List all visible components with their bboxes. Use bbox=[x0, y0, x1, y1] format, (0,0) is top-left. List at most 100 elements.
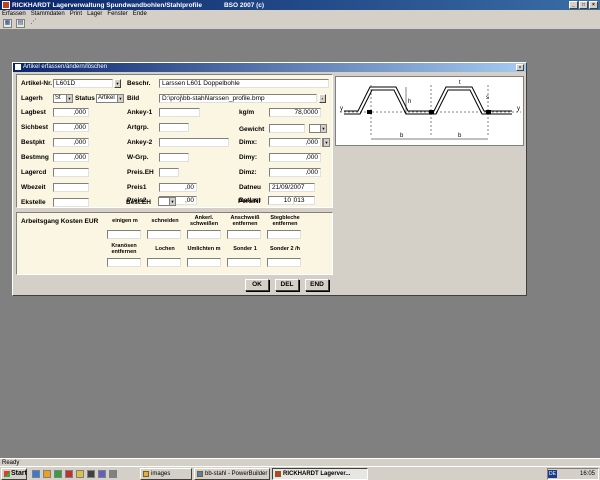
dimx-unit-select[interactable]: ▼ bbox=[322, 138, 330, 147]
powerbuilder-icon bbox=[197, 471, 203, 477]
datneu-input[interactable]: 21/09/2007 bbox=[269, 183, 315, 192]
preis1-label: Preis1 bbox=[127, 184, 147, 191]
chart-icon[interactable]: ⋰ bbox=[29, 19, 38, 28]
cost-input-umlichten[interactable] bbox=[187, 258, 221, 267]
chevron-down-icon: ▼ bbox=[323, 139, 329, 146]
bild-browse-button[interactable]: ▪ bbox=[319, 94, 326, 103]
media-icon[interactable] bbox=[65, 470, 73, 478]
ankey1-label: Ankey-1 bbox=[127, 109, 153, 116]
drawing-label-b-right: b bbox=[458, 133, 462, 139]
cost-input-sonder2[interactable] bbox=[267, 258, 301, 267]
minimize-icon[interactable]: _ bbox=[569, 1, 578, 9]
cost-input-ankerl[interactable] bbox=[187, 230, 221, 239]
kgm-label: kg/m bbox=[239, 109, 255, 116]
terminal-icon[interactable] bbox=[87, 470, 95, 478]
artgrp-input[interactable] bbox=[159, 123, 189, 132]
bild-label: Bild bbox=[127, 95, 140, 102]
sheet-pile-profile-image: y y t h s b b bbox=[340, 80, 521, 140]
preis-eh-input[interactable] bbox=[159, 168, 179, 177]
task-images[interactable]: images bbox=[140, 468, 192, 480]
lagercd-label: Lagercd bbox=[21, 169, 47, 176]
ankey1-input[interactable] bbox=[159, 108, 200, 117]
dimx-input[interactable]: ,000 bbox=[269, 138, 321, 147]
bestpkt-input[interactable]: ,000 bbox=[53, 138, 89, 147]
dialog-close-icon[interactable]: × bbox=[516, 64, 524, 71]
artikel-nr-label: Artikel-Nr. bbox=[21, 80, 53, 87]
desktop-icon[interactable] bbox=[32, 470, 40, 478]
pers-nr-input[interactable]: 10 bbox=[268, 196, 294, 205]
menu-stammdaten[interactable]: Stammdaten bbox=[31, 11, 65, 17]
cost-input-schneiden[interactable] bbox=[147, 230, 181, 239]
drawing-label-h: h bbox=[408, 99, 411, 105]
artikel-nr-input[interactable]: L601D bbox=[53, 79, 113, 88]
cost-input-einigen[interactable] bbox=[107, 230, 141, 239]
task-rickhardt[interactable]: RICKHARDT Lagerver... bbox=[272, 468, 368, 480]
cost-input-anschweiss[interactable] bbox=[227, 230, 261, 239]
table-icon[interactable]: ▤ bbox=[16, 19, 25, 28]
end-button[interactable]: END bbox=[305, 279, 329, 291]
menu-ende[interactable]: Ende bbox=[133, 11, 147, 17]
artikel-lookup-button[interactable]: ▼ bbox=[114, 79, 121, 88]
folder-icon[interactable] bbox=[76, 470, 84, 478]
beschr-input[interactable]: Larssen L601 Doppelbohle bbox=[159, 79, 329, 88]
lagerh-label: Lagerh bbox=[21, 95, 43, 102]
status-label: Status bbox=[75, 95, 95, 102]
del-button[interactable]: DEL bbox=[275, 279, 299, 291]
menu-fenster[interactable]: Fenster bbox=[107, 11, 127, 17]
start-button[interactable]: Start bbox=[1, 468, 27, 480]
dialog-icon bbox=[15, 64, 21, 70]
cost-input-lochen[interactable] bbox=[147, 258, 181, 267]
gewicht-input[interactable] bbox=[269, 124, 305, 133]
taskbar: Start images bb-stahl - PowerBuilder RIC… bbox=[0, 466, 600, 480]
close-icon[interactable]: × bbox=[589, 1, 598, 9]
ok-button[interactable]: OK bbox=[245, 279, 269, 291]
cost-input-stegbleche[interactable] bbox=[267, 230, 301, 239]
app-icon[interactable] bbox=[2, 1, 10, 9]
article-panel: Artikel-Nr. L601D ▼ Beschr. Larssen L601… bbox=[16, 74, 333, 208]
settings-icon[interactable] bbox=[109, 470, 117, 478]
lagbest-input[interactable]: ,000 bbox=[53, 108, 89, 117]
drawing-label-y-left: y bbox=[340, 106, 343, 112]
menu-print[interactable]: Print bbox=[70, 11, 82, 17]
wgrp-label: W-Grp. bbox=[127, 154, 149, 161]
app-icon[interactable] bbox=[98, 470, 106, 478]
lagerh-select[interactable]: St ▼ bbox=[53, 94, 73, 103]
chevron-down-icon: ▼ bbox=[169, 198, 175, 205]
drawing-label-y-right: y bbox=[517, 106, 520, 112]
cost-input-kranoesen[interactable] bbox=[107, 258, 141, 267]
lagercd-input[interactable] bbox=[53, 168, 89, 177]
sichbest-input[interactable]: ,000 bbox=[53, 123, 89, 132]
bild-input[interactable]: D:\proj\bb-stahl\larssen_profile.bmp bbox=[159, 94, 317, 103]
costs-panel: Arbeitsgang Kosten EUR einigen m schneid… bbox=[16, 212, 333, 275]
task-powerbuilder[interactable]: bb-stahl - PowerBuilder bbox=[194, 468, 270, 480]
best-eh-select[interactable]: ▼ bbox=[158, 197, 176, 206]
bestmng-input[interactable]: ,000 bbox=[53, 153, 89, 162]
preis-eh-label: Preis.EH bbox=[127, 169, 154, 176]
toolbar: ▦ ▤ ⋰ bbox=[0, 18, 600, 30]
app-title: RICKHARDT Lagerverwaltung Spundwandbohle… bbox=[12, 1, 202, 9]
wbezeit-input[interactable] bbox=[53, 183, 89, 192]
task-label: bb-stahl - PowerBuilder bbox=[205, 471, 268, 477]
cost-label-umlichten: Umlichten m bbox=[187, 246, 221, 252]
menu-erfassen[interactable]: Erfassen bbox=[2, 11, 26, 17]
browser-icon[interactable] bbox=[43, 470, 51, 478]
best-eh-label: Best.EH bbox=[126, 199, 151, 206]
cost-input-sonder1[interactable] bbox=[227, 258, 261, 267]
sichbest-label: Sichbest bbox=[21, 124, 49, 131]
kgm-input[interactable]: 78,0000 bbox=[269, 108, 321, 117]
explorer-icon[interactable] bbox=[54, 470, 62, 478]
maximize-icon[interactable]: □ bbox=[579, 1, 588, 9]
dimy-input[interactable]: ,000 bbox=[269, 153, 321, 162]
app-icon bbox=[275, 471, 281, 477]
status-select[interactable]: Artikel ▼ bbox=[96, 94, 124, 103]
gewicht-unit-select[interactable]: ▼ bbox=[309, 124, 327, 133]
menu-bar: Erfassen Stammdaten Print Lager Fenster … bbox=[0, 10, 600, 18]
wgrp-input[interactable] bbox=[159, 153, 189, 162]
menu-lager[interactable]: Lager bbox=[87, 11, 102, 17]
grid-icon[interactable]: ▦ bbox=[3, 19, 12, 28]
ankey2-input[interactable] bbox=[159, 138, 229, 147]
beschr-label: Beschr. bbox=[127, 80, 151, 87]
dimz-input[interactable]: ,000 bbox=[269, 168, 321, 177]
ekstelle-input[interactable] bbox=[53, 198, 89, 207]
preis1-input[interactable]: ,00 bbox=[159, 183, 197, 192]
